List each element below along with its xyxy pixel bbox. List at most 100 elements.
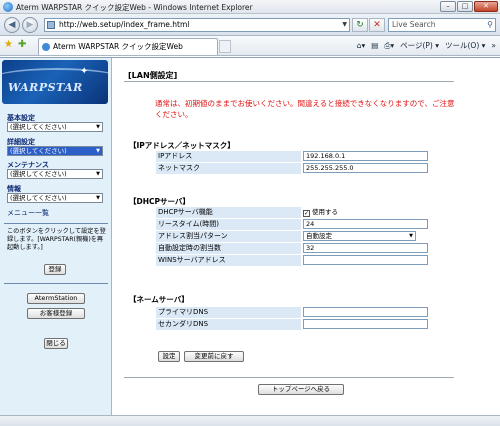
extend-menu[interactable]: »	[491, 40, 496, 52]
register-note: このボタンをクリックして設定を登録します。[WARPSTAR(親機)を再起動しま…	[7, 228, 106, 251]
ip-address-input[interactable]: 192.168.0.1	[303, 151, 428, 161]
address-input[interactable]: http://web.setup/index_frame.html ▼	[44, 18, 350, 32]
select-value: (選択してください)	[10, 194, 67, 202]
dhcp-enable-checkbox[interactable]: ✓	[303, 210, 310, 217]
window-title-bar: Aterm WARPSTAR クイック設定Web - Windows Inter…	[0, 0, 500, 14]
forward-button[interactable]: ▶	[22, 17, 38, 33]
revert-button[interactable]: 変更前に戻す	[184, 351, 244, 362]
ie-icon	[3, 2, 13, 12]
customer-register-button[interactable]: お客様登録	[27, 308, 85, 319]
divider	[124, 377, 454, 378]
secondary-dns-label: セカンダリDNS	[156, 319, 301, 330]
refresh-button[interactable]: ↻	[352, 18, 368, 32]
assign-pattern-row: アドレス割当パターン 自動設定 ▼	[156, 231, 429, 243]
assign-count-input[interactable]: 32	[303, 243, 428, 253]
window-controls: – □ ✕	[440, 1, 498, 12]
chevron-down-icon: ▼	[96, 195, 100, 201]
top-page-button[interactable]: トップページへ戻る	[258, 384, 344, 395]
menu-label-info: 情報	[7, 185, 21, 193]
minimize-button[interactable]: –	[440, 1, 456, 12]
home-icon[interactable]: ⌂▾	[357, 40, 366, 52]
advanced-settings-select[interactable]: (選択してください) ▼	[7, 146, 103, 156]
wins-input[interactable]	[303, 255, 428, 265]
logo-star-icon: ✦	[80, 66, 89, 77]
menu-group-advanced: 詳細設定 (選択してください) ▼	[7, 138, 107, 156]
warpstar-logo: ✦ WARPSTAR	[2, 60, 108, 104]
close-button[interactable]: 閉じる	[44, 338, 68, 349]
warning-text: 通常は、初期値のままでお使いください。間違えると接続できなくなりますので、ご注意…	[155, 99, 455, 119]
address-toolbar: ◀ ▶ http://web.setup/index_frame.html ▼ …	[0, 14, 500, 36]
dhcp-section: DHCPサーバ機能 ✓ 使用する リースタイム(時間) 24 アドレス割当パターン…	[156, 207, 429, 267]
divider	[4, 283, 108, 284]
chevron-down-icon: ▼	[96, 171, 100, 177]
info-select[interactable]: (選択してください) ▼	[7, 193, 103, 203]
chevron-down-icon: ▼	[96, 124, 100, 130]
feeds-icon[interactable]: ▤	[371, 40, 378, 52]
back-button[interactable]: ◀	[4, 17, 20, 33]
status-bar	[0, 415, 500, 426]
chevron-down-icon: ▼	[96, 148, 100, 154]
stop-button[interactable]: ✕	[369, 18, 385, 32]
aterm-station-button[interactable]: AtermStation	[27, 293, 85, 304]
primary-dns-input[interactable]	[303, 307, 428, 317]
netmask-input[interactable]: 255.255.255.0	[303, 163, 428, 173]
select-value: (選択してください)	[10, 147, 67, 155]
secondary-dns-row: セカンダリDNS	[156, 319, 429, 331]
wins-row: WINSサーバアドレス	[156, 255, 429, 267]
menu-group-info: 情報 (選択してください) ▼	[7, 185, 107, 203]
menu-label-basic: 基本設定	[7, 114, 35, 122]
page-content: ✦ WARPSTAR 基本設定 (選択してください) ▼ 詳細設定 (選択してくだ…	[0, 57, 500, 415]
lease-time-row: リースタイム(時間) 24	[156, 219, 429, 231]
command-bar: ★ ✚ Aterm WARPSTAR クイック設定Web ⌂▾ ▤ ⎙▾ ページ…	[0, 36, 500, 56]
lease-time-input[interactable]: 24	[303, 219, 428, 229]
assign-pattern-label: アドレス割当パターン	[156, 231, 301, 242]
menu-label-advanced: 詳細設定	[7, 138, 35, 146]
basic-settings-select[interactable]: (選択してください) ▼	[7, 122, 103, 132]
wins-label: WINSサーバアドレス	[156, 255, 301, 266]
window-title: Aterm WARPSTAR クイック設定Web - Windows Inter…	[16, 3, 253, 12]
page-menu[interactable]: ページ(P) ▾	[400, 40, 439, 52]
menu-list-link[interactable]: メニュー一覧	[7, 208, 49, 218]
dhcp-enable-label: 使用する	[312, 208, 338, 216]
lease-time-label: リースタイム(時間)	[156, 219, 301, 230]
print-icon[interactable]: ⎙▾	[384, 40, 394, 52]
dns-section: プライマリDNS セカンダリDNS	[156, 307, 429, 331]
tab-aterm[interactable]: Aterm WARPSTAR クイック設定Web	[38, 38, 218, 55]
dhcp-server-label: DHCPサーバ機能	[156, 207, 301, 218]
ip-section: IPアドレス 192.168.0.1 ネットマスク 255.255.255.0	[156, 151, 429, 175]
ip-address-label: IPアドレス	[156, 151, 301, 162]
ip-address-row: IPアドレス 192.168.0.1	[156, 151, 429, 163]
chevron-down-icon[interactable]: ▼	[342, 19, 347, 31]
set-button[interactable]: 設定	[158, 351, 180, 362]
search-input[interactable]: Live Search ⚲	[388, 18, 496, 32]
add-favorites-icon[interactable]: ✚	[18, 39, 26, 50]
ip-section-title: 【IPアドレス／ネットマスク】	[129, 141, 235, 150]
search-icon[interactable]: ⚲	[487, 19, 493, 31]
page-icon	[47, 21, 55, 29]
address-url: http://web.setup/index_frame.html	[59, 20, 190, 29]
tab-label: Aterm WARPSTAR クイック設定Web	[53, 42, 183, 51]
main-panel: [LAN側設定] 通常は、初期値のままでお使いください。間違えると接続できなくな…	[113, 58, 500, 415]
maximize-button[interactable]: □	[457, 1, 473, 12]
maintenance-select[interactable]: (選択してください) ▼	[7, 169, 103, 179]
sidebar: ✦ WARPSTAR 基本設定 (選択してください) ▼ 詳細設定 (選択してくだ…	[0, 58, 112, 415]
dhcp-section-title: 【DHCPサーバ】	[129, 197, 190, 206]
tab-page-icon	[42, 43, 50, 51]
chevron-down-icon: ▼	[409, 233, 413, 239]
menu-group-maintenance: メンテナンス (選択してください) ▼	[7, 161, 107, 179]
secondary-dns-input[interactable]	[303, 319, 428, 329]
assign-count-label: 自動設定時の割当数	[156, 243, 301, 254]
logo-text: WARPSTAR	[8, 81, 83, 94]
register-button[interactable]: 登録	[44, 264, 66, 275]
command-tools: ⌂▾ ▤ ⎙▾ ページ(P) ▾ ツール(O) ▾ »	[357, 40, 496, 52]
select-value: (選択してください)	[10, 170, 67, 178]
dns-section-title: 【ネームサーバ】	[129, 295, 189, 304]
tools-menu[interactable]: ツール(O) ▾	[445, 40, 485, 52]
select-value: 自動設定	[306, 232, 332, 240]
select-value: (選択してください)	[10, 123, 67, 131]
new-tab-button[interactable]	[219, 40, 231, 53]
close-window-button[interactable]: ✕	[474, 1, 498, 12]
primary-dns-row: プライマリDNS	[156, 307, 429, 319]
assign-pattern-select[interactable]: 自動設定 ▼	[303, 231, 416, 241]
favorites-star-icon[interactable]: ★	[4, 39, 13, 50]
